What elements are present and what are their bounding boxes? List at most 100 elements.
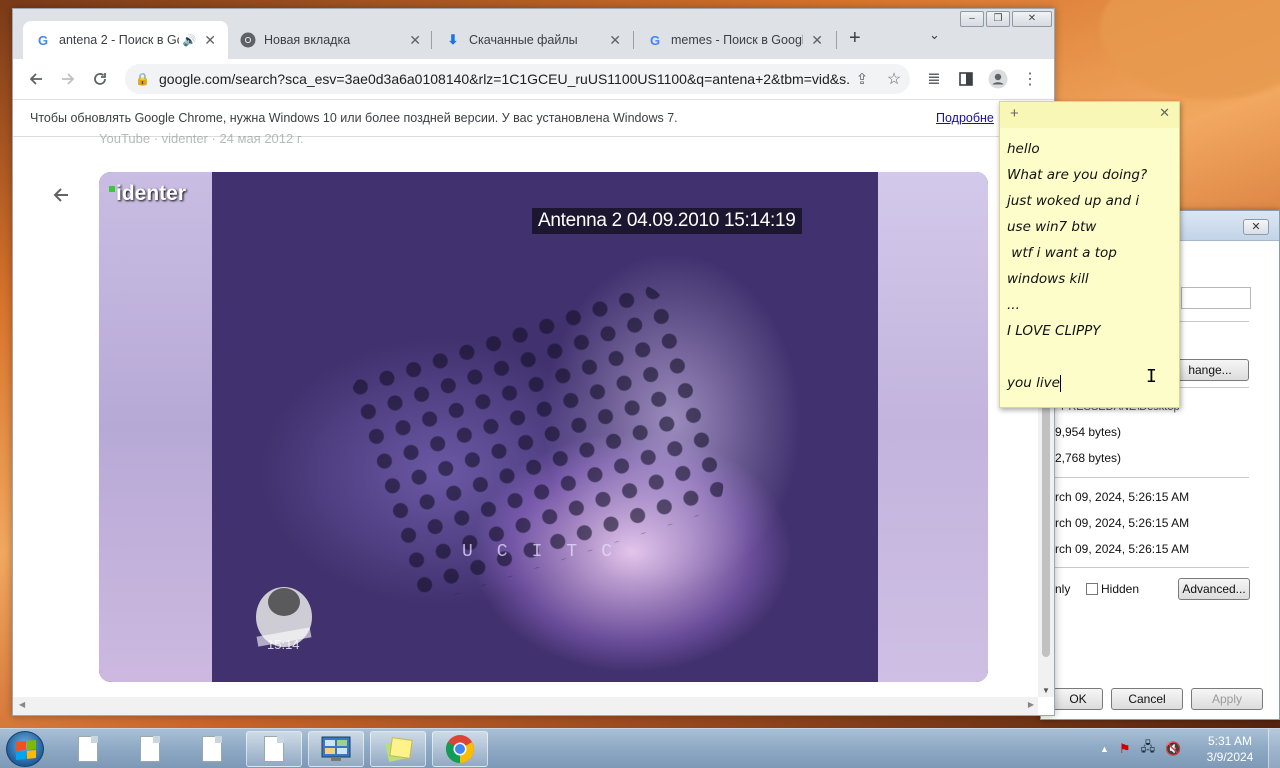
tab-downloads[interactable]: ⬇ Скачанные файлы ✕ bbox=[433, 21, 633, 59]
minimize-button[interactable]: – bbox=[960, 11, 984, 27]
ghost-text: UCITC bbox=[462, 542, 637, 562]
control-panel-icon bbox=[321, 736, 351, 761]
video-source-peek: YouTube · videnter · 24 мая 2012 г. bbox=[99, 131, 304, 146]
reload-icon[interactable] bbox=[86, 65, 114, 93]
tab-close-icon[interactable]: ✕ bbox=[811, 32, 823, 49]
note-line: use win7 btw bbox=[1007, 219, 1097, 235]
note-line: What are you doing? bbox=[1007, 167, 1148, 183]
maximize-button[interactable]: ❐ bbox=[986, 11, 1010, 27]
download-icon: ⬇ bbox=[447, 32, 459, 47]
sticky-notes-icon bbox=[385, 737, 413, 762]
taskbar-notepad-1[interactable] bbox=[60, 731, 116, 767]
taskbar-notepad-3[interactable] bbox=[184, 731, 240, 767]
network-icon[interactable]: 🖧 bbox=[1141, 738, 1156, 760]
tab-close-icon[interactable]: ✕ bbox=[609, 32, 621, 49]
tab-close-icon[interactable]: ✕ bbox=[409, 32, 421, 49]
back-arrow-icon[interactable] bbox=[51, 185, 71, 211]
accessed-value: rch 09, 2024, 5:26:15 AM bbox=[1055, 542, 1190, 556]
taskbar-notepad-4[interactable] bbox=[246, 731, 302, 767]
size-on-disk-value: 2,768 bytes) bbox=[1055, 451, 1122, 465]
taskbar-sticky-notes[interactable] bbox=[370, 731, 426, 767]
tab-title: memes - Поиск в Google bbox=[671, 33, 804, 47]
document-icon bbox=[264, 736, 284, 762]
tab-memes[interactable]: G memes - Поиск в Google ✕ bbox=[635, 21, 835, 59]
share-icon[interactable]: ⇪ bbox=[848, 65, 876, 93]
document-icon bbox=[140, 736, 160, 762]
tab-search-chevron-icon[interactable]: ⌄ bbox=[929, 27, 940, 43]
sticky-note-text[interactable]: hello What are you doing? just woked up … bbox=[1007, 136, 1175, 396]
document-icon bbox=[202, 736, 222, 762]
forward-arrow-icon[interactable] bbox=[54, 65, 82, 93]
created-value: rch 09, 2024, 5:26:15 AM bbox=[1055, 490, 1190, 504]
chrome-window: – ❐ ✕ G antena 2 - Поиск в Google 🔊 ✕ Но… bbox=[12, 8, 1055, 716]
bookmark-star-icon[interactable]: ☆ bbox=[880, 65, 908, 93]
chrome-logo-icon bbox=[240, 32, 256, 48]
side-panel-icon[interactable] bbox=[952, 65, 980, 93]
hidden-checkbox[interactable] bbox=[1086, 583, 1098, 595]
channel-logo: identer bbox=[109, 182, 186, 206]
ok-button[interactable]: OK bbox=[1053, 688, 1103, 710]
taskbar-notepad-2[interactable] bbox=[122, 731, 178, 767]
tab-new-tab[interactable]: Новая вкладка ✕ bbox=[228, 21, 433, 59]
tab-title: Скачанные файлы bbox=[469, 33, 578, 47]
note-line: windows kill bbox=[1007, 271, 1089, 287]
size-value: 9,954 bytes) bbox=[1055, 425, 1122, 439]
scroll-left-arrow-icon[interactable]: ◀ bbox=[19, 700, 25, 709]
profile-avatar-icon[interactable] bbox=[984, 65, 1012, 93]
sticky-note[interactable]: + ✕ hello What are you doing? just woked… bbox=[999, 101, 1180, 408]
close-note-icon[interactable]: ✕ bbox=[1159, 105, 1170, 121]
tab-strip: – ❐ ✕ G antena 2 - Поиск в Google 🔊 ✕ Но… bbox=[13, 9, 1054, 59]
cancel-button[interactable]: Cancel bbox=[1111, 688, 1183, 710]
scroll-right-arrow-icon[interactable]: ▶ bbox=[1028, 700, 1034, 709]
advanced-button[interactable]: Advanced... bbox=[1178, 578, 1250, 600]
google-g-icon: G bbox=[37, 32, 49, 48]
note-line: hello bbox=[1007, 141, 1040, 157]
chrome-icon bbox=[446, 735, 474, 763]
letterbox-left bbox=[99, 172, 212, 682]
learn-more-link[interactable]: Подробне bbox=[936, 111, 994, 125]
clock-date: 3/9/2024 bbox=[1206, 750, 1254, 764]
apply-button[interactable]: Apply bbox=[1191, 688, 1263, 710]
infobar-message: Чтобы обновлять Google Chrome, нужна Win… bbox=[30, 111, 678, 125]
filename-field[interactable] bbox=[1181, 287, 1251, 309]
document-icon bbox=[78, 736, 98, 762]
taskbar-control-panel[interactable] bbox=[308, 731, 364, 767]
address-bar[interactable]: 🔒 google.com/search?sca_esv=3ae0d3a6a010… bbox=[125, 64, 910, 94]
start-button[interactable] bbox=[6, 731, 44, 767]
show-desktop-button[interactable] bbox=[1268, 729, 1280, 768]
tab-close-icon[interactable]: ✕ bbox=[204, 32, 216, 49]
note-line: ... bbox=[1007, 297, 1020, 313]
media-queue-icon[interactable]: ≣ bbox=[920, 65, 948, 93]
google-g-icon: G bbox=[649, 32, 661, 48]
sticky-note-header[interactable]: + ✕ bbox=[1000, 102, 1179, 128]
modified-value: rch 09, 2024, 5:26:15 AM bbox=[1055, 516, 1190, 530]
browser-toolbar: 🔒 google.com/search?sca_esv=3ae0d3a6a010… bbox=[13, 59, 1054, 99]
lock-icon[interactable]: 🔒 bbox=[135, 72, 150, 86]
action-center-flag-icon[interactable]: ⚑ bbox=[1119, 741, 1131, 757]
horizontal-scrollbar[interactable]: ◀ ▶ bbox=[13, 697, 1038, 715]
tab-antena-2[interactable]: G antena 2 - Поиск в Google 🔊 ✕ bbox=[23, 21, 228, 59]
dialog-close-button[interactable]: ✕ bbox=[1243, 219, 1269, 235]
back-arrow-icon[interactable] bbox=[22, 65, 50, 93]
note-line: just woked up and i bbox=[1007, 193, 1140, 209]
letterbox-right bbox=[878, 172, 988, 682]
taskbar-clock[interactable]: 5:31 AM 3/9/2024 bbox=[1195, 733, 1265, 765]
taskbar-chrome[interactable] bbox=[432, 731, 488, 767]
url-text: google.com/search?sca_esv=3ae0d3a6a01081… bbox=[159, 71, 849, 87]
text-caret bbox=[1059, 374, 1061, 392]
kebab-menu-icon[interactable]: ⋮ bbox=[1016, 65, 1044, 93]
close-window-button[interactable]: ✕ bbox=[1012, 11, 1052, 27]
show-hidden-icons-icon[interactable]: ▲ bbox=[1100, 744, 1109, 754]
new-tab-plus-icon[interactable]: + bbox=[849, 27, 861, 50]
add-note-icon[interactable]: + bbox=[1010, 105, 1019, 122]
change-button[interactable]: hange... bbox=[1171, 359, 1249, 381]
windows-taskbar: ▲ ⚑ 🖧 🔇 5:31 AM 3/9/2024 bbox=[0, 728, 1280, 768]
hidden-label: Hidden bbox=[1101, 582, 1140, 596]
scroll-down-arrow-icon[interactable]: ▼ bbox=[1042, 686, 1050, 695]
clock-time: 5:31 AM bbox=[1207, 734, 1253, 748]
volume-muted-icon[interactable]: 🔇 bbox=[1165, 741, 1181, 757]
speaker-icon[interactable]: 🔊 bbox=[183, 34, 197, 47]
note-line: wtf i want a top bbox=[1007, 245, 1117, 261]
windows-logo-icon bbox=[16, 739, 36, 761]
video-player[interactable]: Antenna 2 04.09.2010 15:14:19 UCITC iden… bbox=[99, 172, 988, 682]
